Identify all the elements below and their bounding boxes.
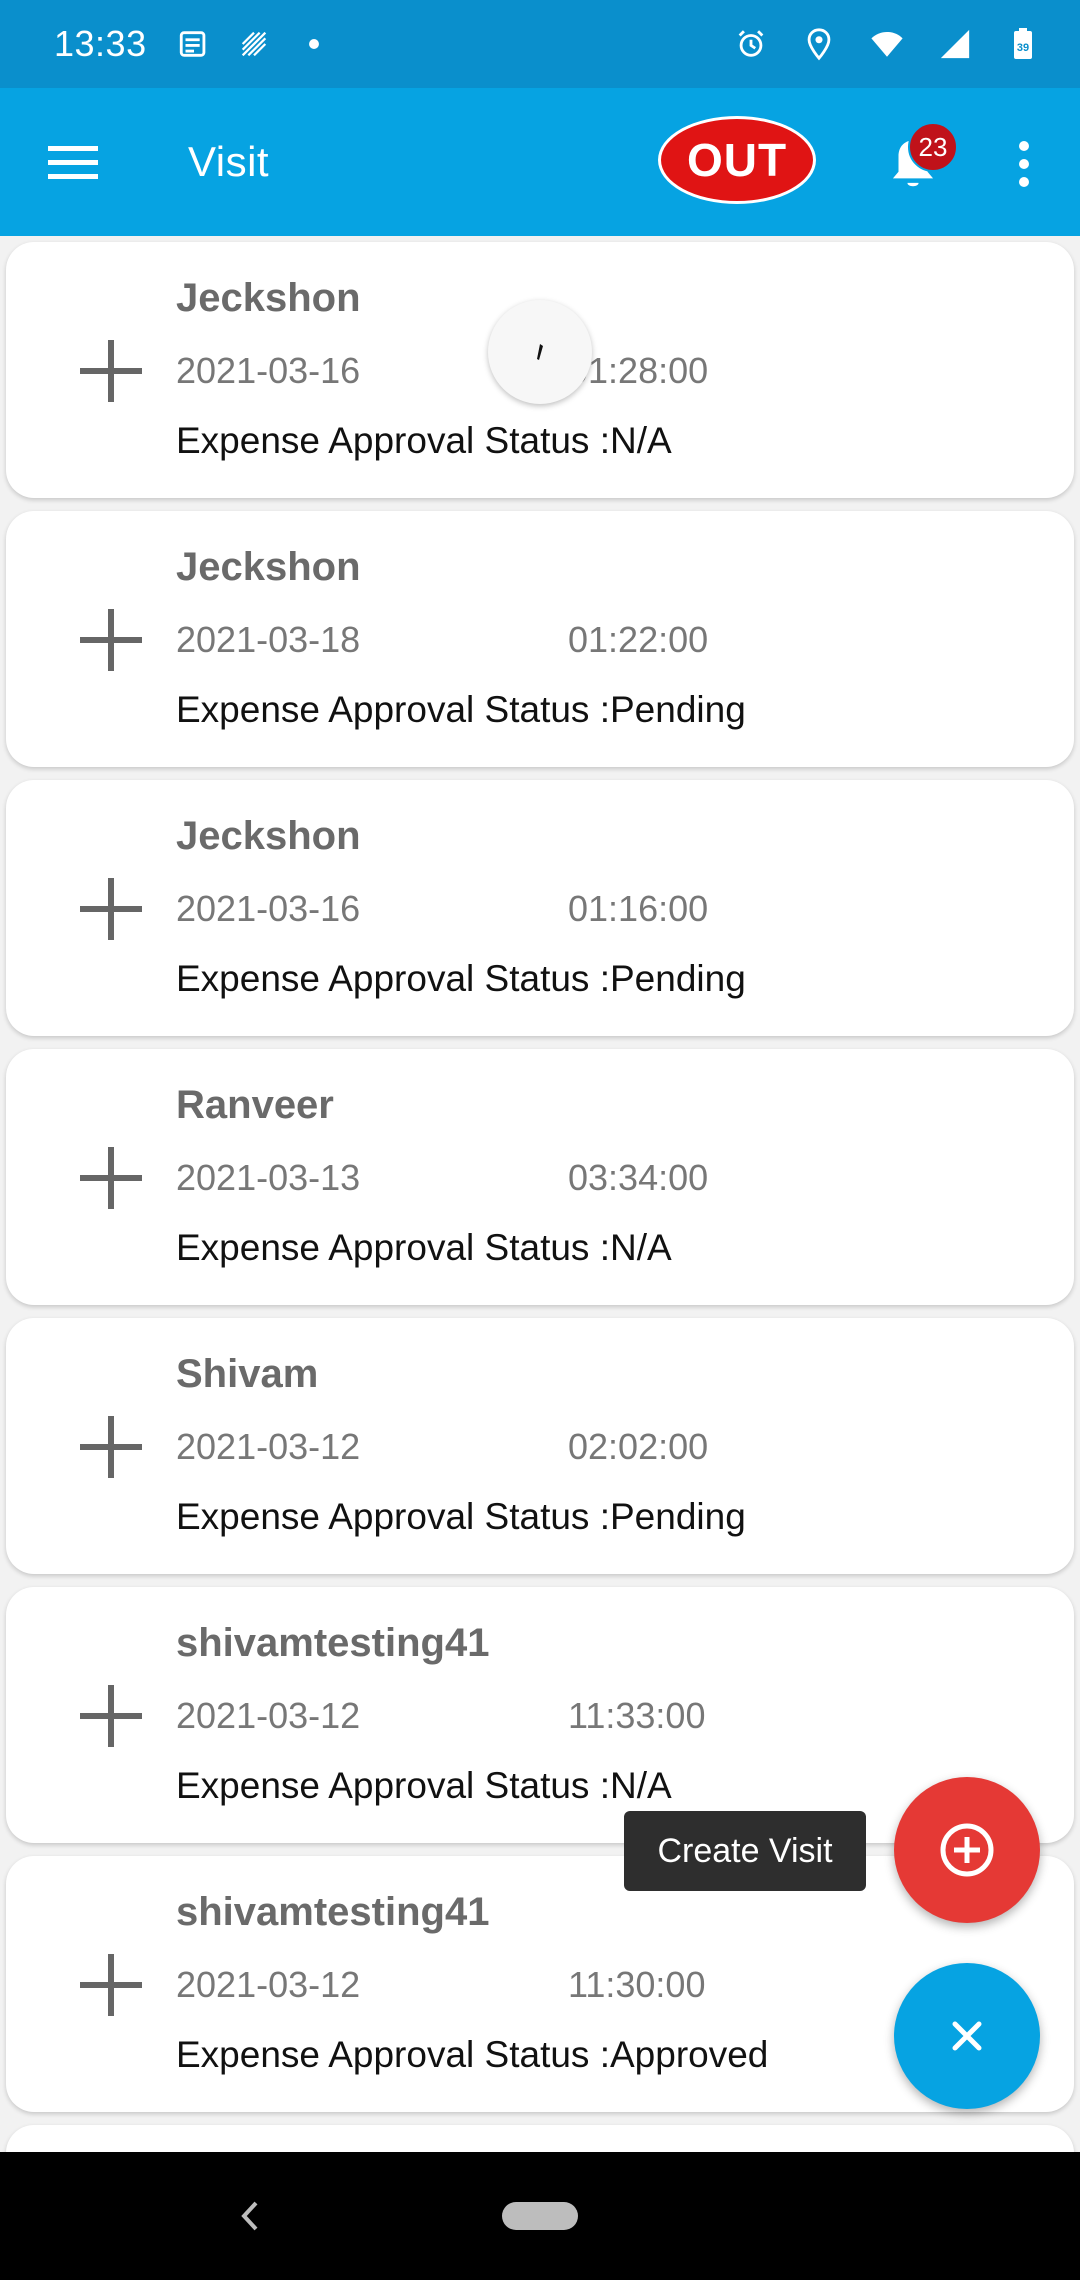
home-pill-button[interactable] — [502, 2202, 578, 2230]
expand-plus-icon[interactable] — [76, 336, 146, 406]
wifi-icon — [870, 27, 904, 61]
visit-name: Jeckshon — [176, 814, 361, 858]
loading-spinner — [488, 300, 592, 404]
visit-card[interactable]: Jeckshon 2021-03-18 01:22:00 Expense App… — [6, 511, 1074, 767]
menu-button[interactable] — [36, 125, 110, 199]
page-title: Visit — [188, 138, 270, 185]
visit-status: Expense Approval Status :N/A — [176, 420, 672, 461]
visit-time: 11:30:00 — [568, 1964, 706, 2005]
dot-icon — [297, 27, 331, 61]
location-icon — [802, 27, 836, 61]
cast-icon — [237, 27, 271, 61]
expand-plus-icon[interactable] — [76, 1143, 146, 1213]
visit-date: 2021-03-13 — [176, 1157, 361, 1198]
visit-card[interactable]: Ranveer 2021-03-13 03:34:00 Expense Appr… — [6, 1049, 1074, 1305]
system-nav-bar — [0, 2152, 1080, 2280]
visit-status: Expense Approval Status :Pending — [176, 958, 746, 999]
visit-date: 2021-03-12 — [176, 1695, 361, 1736]
news-icon — [177, 27, 211, 61]
visit-date: 2021-03-12 — [176, 1964, 361, 2005]
close-fab-menu-button[interactable] — [894, 1963, 1040, 2109]
create-visit-label[interactable]: Create Visit — [624, 1811, 866, 1891]
battery-icon: 39 — [1006, 27, 1040, 61]
add-circle-icon — [940, 1823, 994, 1877]
chevron-left-icon — [241, 2201, 258, 2231]
close-icon — [952, 2021, 982, 2051]
expand-plus-icon[interactable] — [76, 605, 146, 675]
visit-name: Shivam — [176, 1352, 319, 1396]
visit-time: 01:16:00 — [568, 888, 709, 929]
alarm-icon — [734, 27, 768, 61]
visit-date: 2021-03-16 — [176, 350, 361, 391]
back-button[interactable] — [222, 2188, 278, 2244]
visit-time: 02:02:00 — [568, 1426, 709, 1467]
spinner-icon — [537, 344, 543, 360]
create-visit-button[interactable] — [894, 1777, 1040, 1923]
visit-date: 2021-03-16 — [176, 888, 361, 929]
expand-plus-icon[interactable] — [76, 874, 146, 944]
visit-date: 2021-03-18 — [176, 619, 361, 660]
signal-icon — [938, 27, 972, 61]
visit-status: Expense Approval Status :Pending — [176, 1496, 746, 1537]
visit-time: 01:22:00 — [568, 619, 709, 660]
battery-level: 39 — [1017, 42, 1029, 54]
visit-time: 03:34:00 — [568, 1157, 709, 1198]
visit-name: Ranveer — [176, 1083, 334, 1127]
status-right-icons: 39 — [734, 27, 1040, 61]
expand-plus-icon[interactable] — [76, 1681, 146, 1751]
visit-status: Expense Approval Status :N/A — [176, 1227, 672, 1268]
visit-card[interactable]: Jeckshon 2021-03-16 01:16:00 Expense App… — [6, 780, 1074, 1036]
out-button[interactable]: OUT — [658, 116, 816, 204]
expand-plus-icon[interactable] — [76, 1950, 146, 2020]
visit-date: 2021-03-12 — [176, 1426, 361, 1467]
visit-time: 11:33:00 — [568, 1695, 706, 1736]
notifications-button[interactable]: 23 — [880, 122, 958, 202]
visit-name: Jeckshon — [176, 545, 361, 589]
visit-name: Jeckshon — [176, 276, 361, 320]
visit-name: shivamtesting41 — [176, 1621, 490, 1665]
status-left-icons — [177, 27, 331, 61]
overflow-menu-button[interactable] — [1004, 128, 1044, 200]
status-bar: 13:33 39 — [0, 0, 1080, 88]
visit-status: Expense Approval Status :N/A — [176, 1765, 672, 1806]
hamburger-menu-icon — [48, 146, 98, 179]
visit-status: Expense Approval Status :Approved — [176, 2034, 769, 2075]
notification-badge: 23 — [908, 122, 958, 172]
more-vert-icon — [1019, 141, 1029, 187]
visit-name: shivamtesting41 — [176, 1890, 490, 1934]
visit-status: Expense Approval Status :Pending — [176, 689, 746, 730]
visit-card[interactable]: Shivam 2021-03-12 02:02:00 Expense Appro… — [6, 1318, 1074, 1574]
visit-card-partial[interactable] — [6, 2125, 1074, 2152]
app-bar: Visit OUT 23 — [0, 88, 1080, 236]
status-time: 13:33 — [54, 23, 147, 64]
expand-plus-icon[interactable] — [76, 1412, 146, 1482]
